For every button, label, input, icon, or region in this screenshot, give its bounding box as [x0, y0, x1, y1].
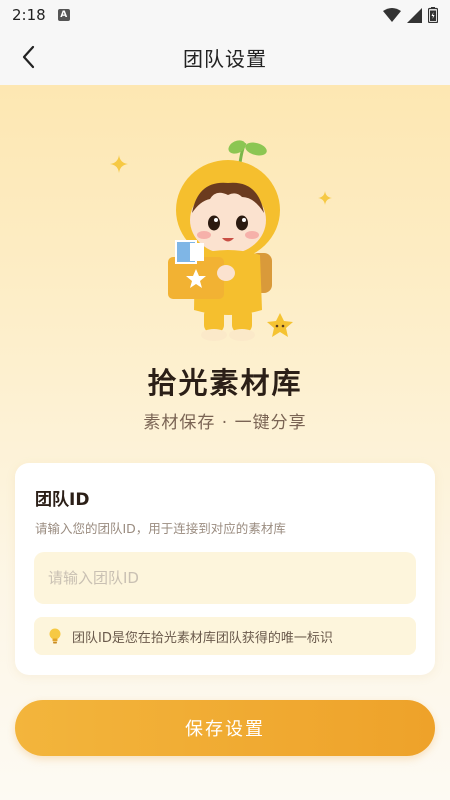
brand-name: 拾光素材库 — [147, 366, 303, 400]
status-icons — [383, 7, 438, 23]
notification-badge-icon: A — [57, 9, 70, 21]
battery-icon — [428, 7, 438, 23]
chevron-left-icon — [22, 45, 35, 69]
page-title: 团队设置 — [183, 47, 267, 71]
status-bar: 2:18 A — [0, 0, 450, 30]
status-time: 2:18 — [12, 6, 46, 24]
lightbulb-icon — [49, 628, 61, 644]
card-title: 团队ID — [35, 490, 90, 510]
back-button[interactable] — [14, 42, 44, 72]
signal-icon — [407, 7, 422, 23]
mascot-illustration — [168, 140, 293, 341]
tip-text: 团队ID是您在拾光素材库团队获得的唯一标识 — [72, 630, 333, 646]
team-id-card: 团队ID 请输入您的团队ID，用于连接到对应的素材库 团队ID是您在拾光素材库团… — [15, 463, 435, 675]
wifi-icon — [383, 7, 401, 22]
sparkle-icon — [110, 155, 128, 173]
brand-slogan: 素材保存 · 一键分享 — [143, 413, 307, 433]
save-settings-button[interactable]: 保存设置 — [15, 700, 435, 756]
card-description: 请输入您的团队ID，用于连接到对应的素材库 — [35, 521, 286, 536]
hero-section: 拾光素材库 素材保存 · 一键分享 — [0, 85, 450, 800]
tip-box: 团队ID是您在拾光素材库团队获得的唯一标识 — [34, 617, 416, 655]
sparkle-icon — [318, 191, 332, 205]
team-id-input[interactable] — [34, 552, 416, 604]
app-header: 团队设置 — [0, 30, 450, 85]
